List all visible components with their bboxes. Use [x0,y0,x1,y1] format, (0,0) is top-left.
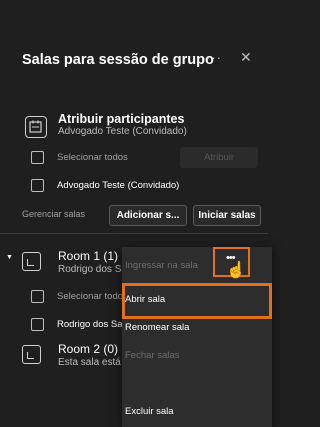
room-title[interactable]: Room 2 (0) [58,342,118,356]
menu-item-join-room[interactable]: Ingressar na sala [125,260,198,271]
menu-item-rename-room[interactable]: Renomear sala [125,322,189,333]
room-select-all-label: Selecionar todo [57,291,124,302]
divider [0,233,268,234]
room-icon [22,345,41,364]
participant-label: Advogado Teste (Convidado) [57,180,180,191]
room-member-checkbox[interactable] [31,318,44,331]
assign-button[interactable]: Atribuir [180,147,258,168]
room-select-all-checkbox[interactable] [31,290,44,303]
highlight-outline [122,283,272,319]
hand-cursor-icon: ☝ [226,262,246,279]
start-rooms-button[interactable]: Iniciar salas [193,205,261,226]
assign-participants-subtitle: Advogado Teste (Convidado) [58,126,187,137]
menu-item-close-rooms[interactable]: Fechar salas [125,350,179,361]
chevron-down-icon[interactable]: ▼ [6,254,13,261]
assign-participants-title[interactable]: Atribuir participantes [58,112,184,126]
add-room-button[interactable]: Adicionar s... [109,205,187,226]
more-icon[interactable]: ··· [206,50,222,65]
select-all-label: Selecionar todos [57,152,128,163]
manage-rooms-label: Gerenciar salas [22,209,86,219]
select-all-checkbox[interactable] [31,151,44,164]
close-icon[interactable]: ✕ [240,49,252,66]
participant-checkbox[interactable] [31,179,44,192]
panel-title: Salas para sessão de grupo [22,52,214,68]
room-subtitle: Esta sala está v [58,357,129,368]
menu-item-delete-room[interactable]: Excluir sala [125,406,174,417]
room-member-label: Rodrigo dos Sa [57,319,123,330]
room-icon [22,252,41,271]
room-title[interactable]: Room 1 (1) [58,249,118,263]
assign-participants-icon[interactable] [25,116,47,138]
